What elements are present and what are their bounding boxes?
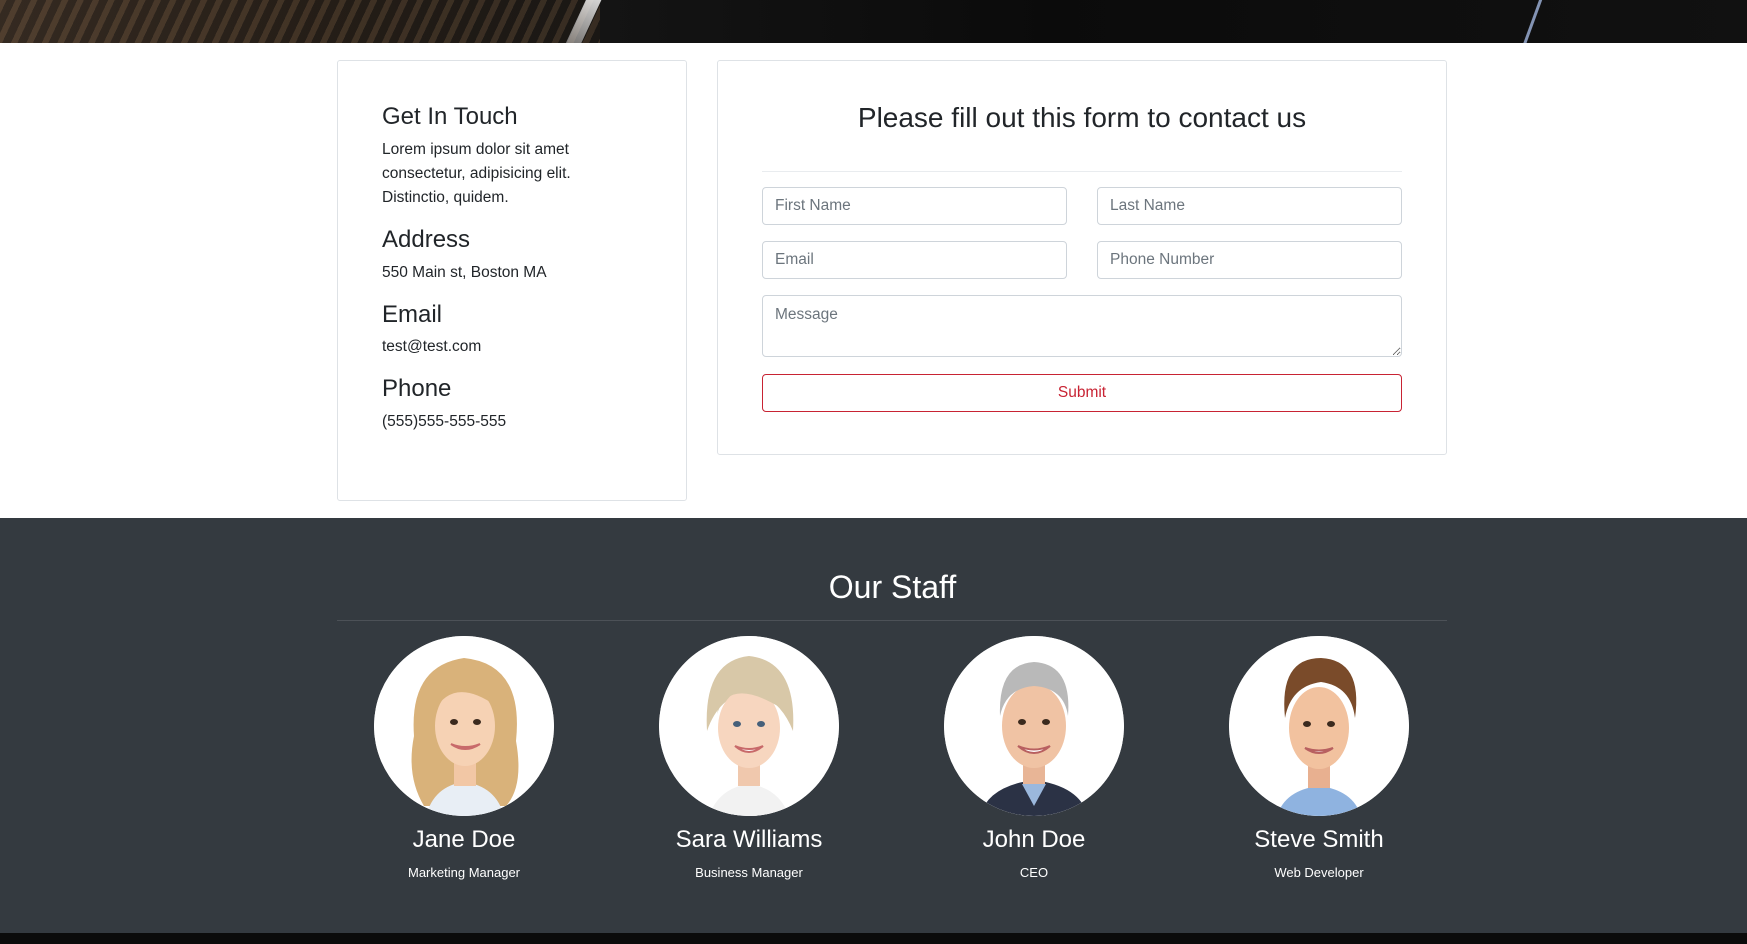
staff-section: Our Staff Jane Doe Marketing Manager Sar… — [0, 518, 1747, 933]
staff-member-card: Sara Williams Business Manager — [619, 636, 879, 880]
form-title: Please fill out this form to contact us — [857, 102, 1307, 133]
staff-photo — [659, 636, 839, 816]
intro-text: Lorem ipsum dolor sit amet consectetur, … — [382, 140, 571, 206]
avatar — [1229, 636, 1409, 816]
staff-member-card: Steve Smith Web Developer — [1189, 636, 1449, 880]
staff-name: Steve Smith — [1254, 826, 1384, 853]
staff-divider — [337, 620, 1447, 621]
staff-role: CEO — [1019, 864, 1049, 880]
hero-light-streak — [1518, 0, 1545, 43]
address-heading: Address — [382, 225, 471, 253]
hero-image-strip — [0, 0, 1747, 43]
phone-heading: Phone — [382, 375, 452, 403]
staff-name: Jane Doe — [412, 826, 516, 853]
phone-text: (555)555-555-555 — [382, 413, 507, 431]
staff-role: Web Developer — [1274, 864, 1364, 880]
submit-button[interactable]: Submit — [762, 374, 1402, 412]
staff-title: Our Staff — [828, 569, 957, 605]
staff-photo — [944, 636, 1124, 816]
form-divider — [762, 171, 1402, 172]
staff-photo — [1229, 636, 1409, 816]
last-name-input[interactable] — [1097, 187, 1402, 225]
avatar — [374, 636, 554, 816]
staff-member-card: Jane Doe Marketing Manager — [334, 636, 594, 880]
footer-bar — [0, 933, 1747, 944]
avatar — [944, 636, 1124, 816]
avatar — [659, 636, 839, 816]
staff-member-card: John Doe CEO — [904, 636, 1164, 880]
staff-name: Sara Williams — [675, 826, 823, 853]
address-text: 550 Main st, Boston MA — [382, 263, 547, 281]
message-textarea[interactable] — [762, 295, 1402, 357]
email-text: test@test.com — [382, 338, 482, 356]
first-name-input[interactable] — [762, 187, 1067, 225]
email-input[interactable] — [762, 241, 1067, 279]
staff-role: Business Manager — [695, 864, 803, 880]
get-in-touch-heading: Get In Touch — [382, 103, 518, 130]
contact-section: Get In Touch Lorem ipsum dolor sit amet … — [0, 43, 1747, 518]
contact-info-card: Get In Touch Lorem ipsum dolor sit amet … — [337, 60, 687, 501]
email-heading: Email — [382, 300, 443, 328]
staff-photo — [374, 636, 554, 816]
phone-number-input[interactable] — [1097, 241, 1402, 279]
staff-name: John Doe — [982, 826, 1086, 853]
staff-role: Marketing Manager — [408, 864, 520, 880]
hero-texture — [0, 0, 600, 43]
contact-form-card: Please fill out this form to contact us … — [717, 60, 1447, 455]
